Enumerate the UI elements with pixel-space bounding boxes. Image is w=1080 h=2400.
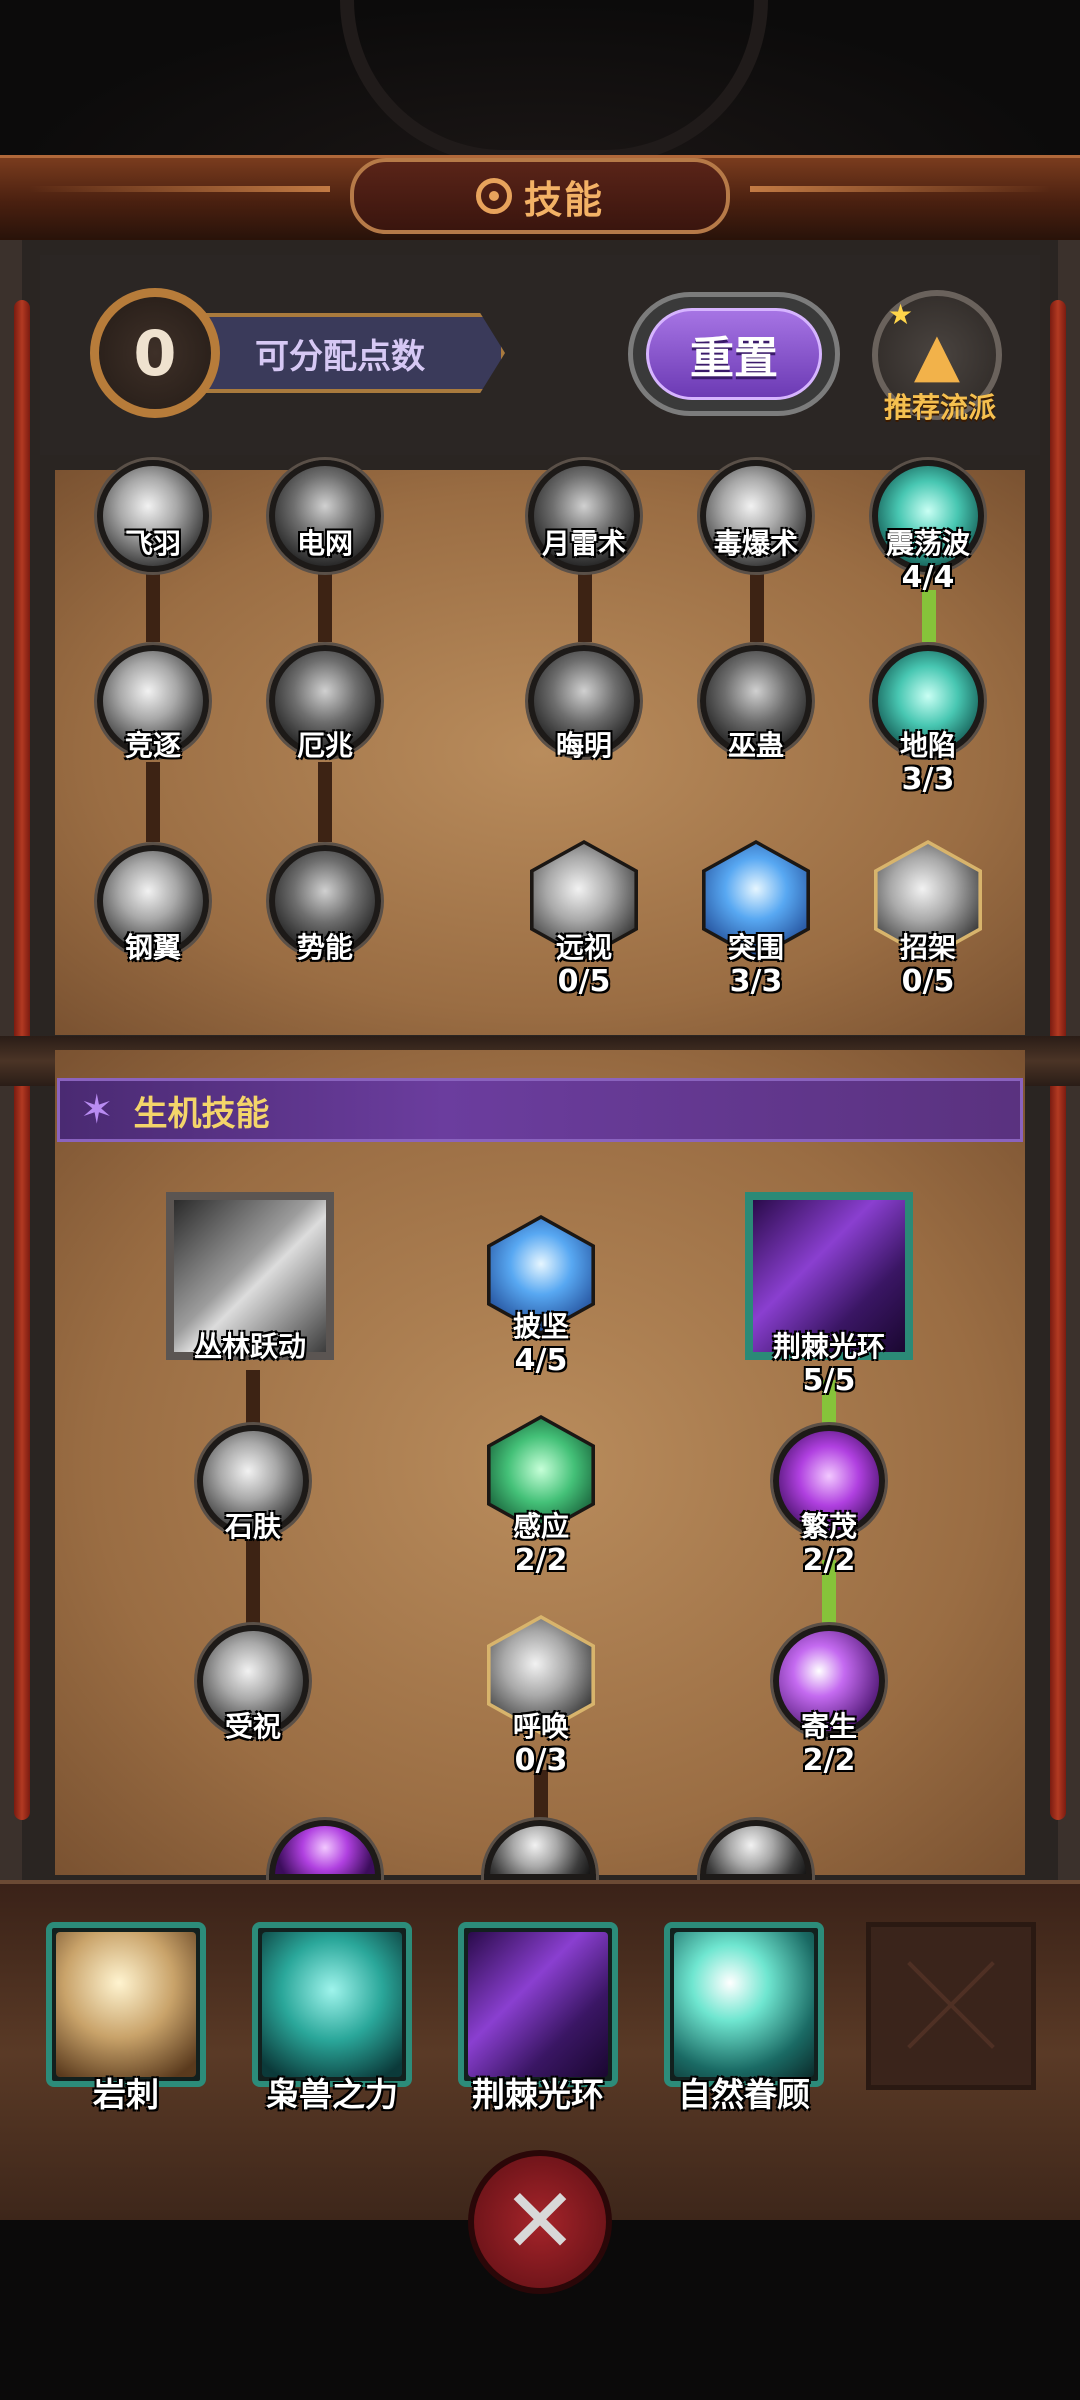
skill-label: 寄生 <box>800 1710 857 1743</box>
section-header: ✶ 生机技能 <box>57 1078 1023 1142</box>
tree-link <box>246 1540 260 1630</box>
skill-icon <box>269 1820 381 1880</box>
close-button[interactable]: ✕ <box>468 2150 612 2294</box>
tree-link <box>750 562 764 642</box>
skill-icon <box>700 1820 812 1880</box>
owlbeast-icon <box>262 1932 402 2077</box>
skill-label: 巫蛊 <box>727 729 784 762</box>
rock-spike-icon <box>56 1932 196 2077</box>
star-icon: ★ <box>888 298 914 331</box>
skill-label: 地陷 <box>899 729 956 762</box>
skill-level: 3/3 <box>729 964 783 999</box>
skill-label: 招架 <box>899 931 956 964</box>
skill-node-partial[interactable] <box>700 1820 812 1880</box>
skill-label: 钢翼 <box>124 931 181 964</box>
tree-link <box>578 562 592 642</box>
thumbs-up-icon: ▲ <box>913 320 961 390</box>
skill-level: 4/4 <box>901 560 955 595</box>
skill-level: 5/5 <box>802 1363 856 1398</box>
equipped-slot-3[interactable] <box>458 1922 618 2087</box>
thorn-aura-icon <box>468 1932 608 2077</box>
skill-label: 晦明 <box>555 729 612 762</box>
nature-favor-icon <box>674 1932 814 2077</box>
equipped-slot-1[interactable] <box>46 1922 206 2087</box>
skill-label: 丛林跃动 <box>193 1330 306 1363</box>
skill-label: 披坚 <box>512 1310 569 1343</box>
skill-level: 0/3 <box>514 1743 568 1778</box>
skill-level: 2/2 <box>514 1543 568 1578</box>
page-title: 技能 <box>523 177 604 222</box>
skill-level: 3/3 <box>901 762 955 797</box>
section-title: 生机技能 <box>133 1093 270 1134</box>
skill-label: 受祝 <box>224 1710 281 1743</box>
equipped-slot-label: 荆棘光环 <box>472 2075 604 2114</box>
skill-label: 厄兆 <box>296 729 353 762</box>
skill-label: 石肤 <box>224 1510 281 1543</box>
available-points-value: 0 <box>90 288 220 418</box>
equipped-slot-2[interactable] <box>252 1922 412 2087</box>
skill-label: 毒爆术 <box>713 527 798 560</box>
reset-button-label: 重置 <box>646 308 822 400</box>
skill-node-partial[interactable] <box>269 1820 381 1880</box>
skill-label: 突围 <box>727 931 784 964</box>
skill-level: 4/5 <box>514 1343 568 1378</box>
tree-link-active <box>922 590 936 642</box>
skill-label: 呼唤 <box>512 1710 569 1743</box>
tree-link <box>146 562 160 642</box>
skill-label: 远视 <box>555 931 612 964</box>
skill-label: 势能 <box>296 931 353 964</box>
skill-label: 感应 <box>512 1510 569 1543</box>
skill-label: 飞羽 <box>124 527 181 560</box>
skill-node-partial[interactable] <box>484 1820 596 1880</box>
skill-level: 2/2 <box>802 1743 856 1778</box>
skill-level: 2/2 <box>802 1543 856 1578</box>
reset-button[interactable]: 重置 <box>628 292 840 416</box>
equipped-slot-label: 枭兽之力 <box>266 2075 398 2114</box>
tree-link <box>146 762 160 842</box>
available-points-label: 可分配点数 <box>195 313 505 393</box>
skill-label: 竞逐 <box>124 729 181 762</box>
tree-link <box>246 1370 260 1430</box>
tree-link <box>318 562 332 642</box>
skill-level: 0/5 <box>901 964 955 999</box>
skill-label: 震荡波 <box>885 527 970 560</box>
equipped-slot-label: 岩刺 <box>93 2075 159 2114</box>
recommend-build-label: 推荐流派 <box>883 391 996 424</box>
skill-label: 繁茂 <box>800 1510 857 1543</box>
equipped-slot-empty[interactable] <box>866 1922 1036 2090</box>
tree-link <box>318 762 332 842</box>
star-icon: ✶ <box>80 1087 114 1133</box>
equipped-slot-label: 自然眷顾 <box>678 2075 810 2114</box>
skill-label: 月雷术 <box>541 527 626 560</box>
title-plate: 技能 <box>350 158 730 234</box>
skill-level: 0/5 <box>557 964 611 999</box>
skill-icon <box>484 1820 596 1880</box>
skill-label: 电网 <box>296 527 353 560</box>
skill-label: 荆棘光环 <box>772 1330 885 1363</box>
gear-icon <box>475 178 512 214</box>
close-icon: ✕ <box>502 2169 578 2274</box>
equipped-slot-4[interactable] <box>664 1922 824 2087</box>
